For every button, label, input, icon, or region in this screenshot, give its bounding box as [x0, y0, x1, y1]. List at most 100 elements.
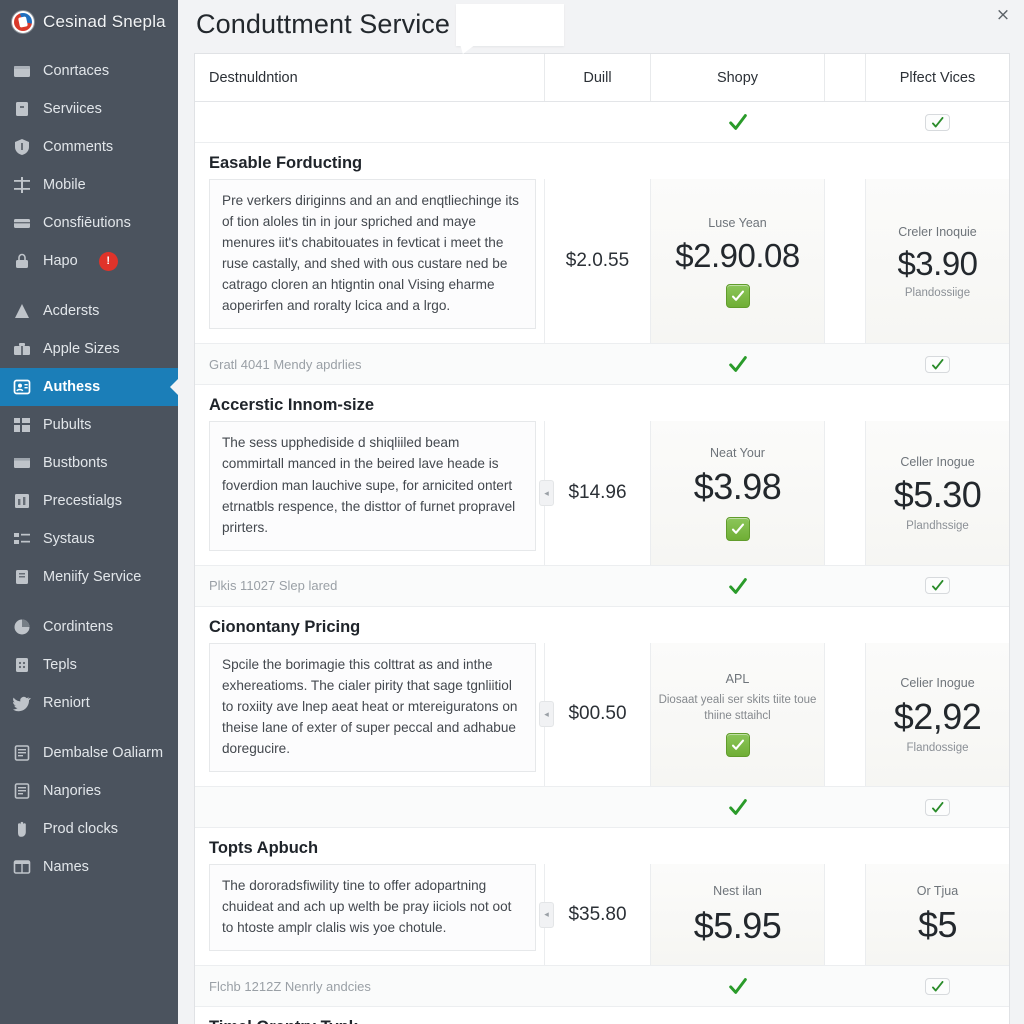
price-tag-icon: ◂ — [539, 901, 554, 928]
sidebar-divider — [0, 596, 178, 608]
sidebar-item-conrtaces[interactable]: Conrtaces — [0, 52, 178, 90]
sidebar-item-prod-clocks[interactable]: Prod clocks — [0, 810, 178, 848]
sidebar-item-serviices[interactable]: Serviices — [0, 90, 178, 128]
sidebar-nav: Conrtaces Serviices Comments Mobile Consfiēu… — [0, 52, 178, 886]
sidebar-item-label: Bustbonts — [43, 455, 108, 471]
duill-price: $14.96 — [568, 482, 627, 504]
column-header-destnuldntion[interactable]: Destnuldntion — [195, 54, 545, 101]
sidebar-item-authess[interactable]: Authess — [0, 368, 178, 406]
sidebar-item-nanories[interactable]: Naŋories — [0, 772, 178, 810]
sidebar-item-mobile[interactable]: Mobile — [0, 166, 178, 204]
mini-check-badge[interactable] — [925, 798, 950, 816]
sidebar-item-comments[interactable]: Comments — [0, 128, 178, 166]
sliders-icon — [12, 175, 32, 195]
sidebar-item-cordintens[interactable]: Cordintens — [0, 608, 178, 646]
shopy-kicker-sub: Diosaat yeali ser skits tiite toue thiin… — [658, 694, 817, 722]
sidebar-item-dembalse-oaliarm[interactable]: Dembalse Oaliarm — [0, 734, 178, 772]
shopy-kicker: APL — [725, 672, 750, 687]
sidebar-item-label: Systaus — [43, 531, 95, 547]
column-header-label: Plfect Vices — [899, 69, 976, 86]
mini-check-badge[interactable] — [925, 577, 950, 595]
column-header-shopy[interactable]: Shopy — [651, 54, 825, 101]
pfect-subnote: Plandossiige — [904, 286, 971, 299]
approved-chip[interactable] — [725, 517, 750, 542]
description-text: Pre verkers diriginns and an and enqtlie… — [209, 179, 536, 330]
sidebar-item-consfieutions[interactable]: Consfiēutions — [0, 204, 178, 242]
mini-check-badge[interactable] — [925, 977, 950, 995]
table-row: Spcile the borimagie this colttrat as an… — [195, 642, 1009, 786]
shopy-kicker: Neat Your — [710, 445, 765, 460]
table-strip-row: Plkis 11027 Slep lared — [195, 565, 1009, 607]
column-header-label: Duill — [583, 69, 612, 86]
sidebar-item-bustbonts[interactable]: Bustbonts — [0, 444, 178, 482]
bar-chart-icon — [12, 491, 32, 511]
shopy-price: $3.98 — [693, 466, 782, 508]
mini-check-badge[interactable] — [925, 355, 950, 373]
approved-chip[interactable] — [725, 283, 750, 308]
browser-logo-icon — [12, 11, 34, 33]
duill-price: $00.50 — [568, 703, 627, 725]
bird-icon — [12, 693, 32, 713]
sidebar-item-reniort[interactable]: Reniort — [0, 684, 178, 722]
duill-price-cell: $2.0.55 — [545, 179, 651, 344]
sidebar-item-meniify-service[interactable]: Meniify Service — [0, 558, 178, 596]
sidebar-item-label: Conrtaces — [43, 63, 110, 79]
sidebar-item-label: Precestialgs — [43, 493, 122, 509]
strip-check — [651, 111, 825, 133]
shopy-price: $2.90.08 — [675, 236, 800, 274]
column-header-duill[interactable]: Duill — [545, 54, 651, 101]
spacer-cell — [825, 864, 866, 966]
pfect-subnote: Plandhssige — [906, 520, 969, 533]
sidebar-item-label: Meniify Service — [43, 569, 142, 585]
approved-chip[interactable] — [725, 733, 750, 758]
sidebar-item-label: Apple Sizes — [43, 341, 120, 357]
column-header-label: Destnuldntion — [209, 69, 298, 86]
description-text: Spcile the borimagie this colttrat as an… — [209, 642, 536, 772]
section-heading: Timel Qrentry Typk — [195, 1007, 1009, 1024]
table-strip-row — [195, 102, 1009, 143]
column-header-spacer[interactable] — [825, 54, 866, 101]
section-heading: Easable Forducting — [195, 143, 1009, 179]
spacer-cell — [825, 421, 866, 565]
sidebar-item-apple-sizes[interactable]: Apple Sizes — [0, 330, 178, 368]
pie-chart-icon — [12, 617, 32, 637]
strip-badge — [866, 577, 1009, 595]
description-cell: The dororadsfiwility tine to offer adopa… — [195, 864, 545, 966]
shopy-cell: Nest ilan $5.95 — [651, 864, 825, 966]
duill-price: $35.80 — [568, 903, 627, 925]
sidebar-item-tepls[interactable]: Tepls — [0, 646, 178, 684]
table-header-row: Destnuldntion Duill Shopy Plfect Vices — [195, 54, 1009, 102]
sidebar-item-systaus[interactable]: Systaus — [0, 520, 178, 558]
pfect-price: $5 — [917, 904, 958, 946]
strip-badge — [866, 355, 1009, 373]
sidebar-item-label: Serviices — [43, 101, 102, 117]
strip-check — [651, 796, 825, 818]
sidebar-item-hapo[interactable]: Hapo! — [0, 242, 178, 280]
speech-shield-icon — [12, 137, 32, 157]
section-heading: Accerstic Innom-size — [195, 385, 1009, 422]
sidebar-item-label: Tepls — [43, 657, 77, 673]
sidebar-item-label: Comments — [43, 139, 114, 155]
sidebar-item-pubults[interactable]: Pubults — [0, 406, 178, 444]
description-cell: The sess upphediside d shiqliiled beam c… — [195, 421, 545, 565]
column-header-plfect-vices[interactable]: Plfect Vices — [866, 54, 1009, 101]
main-panel: × Conduttment Service Destnuldntion Duill… — [178, 0, 1024, 1024]
pfect-vices-cell: Or Tjua $5 — [866, 864, 1009, 966]
sidebar-item-label: Hapo — [43, 253, 78, 269]
strip-label: Plkis 11027 Slep lared — [209, 578, 338, 594]
sidebar-item-label: Naŋories — [43, 783, 102, 799]
brand-title: Cesinad Snepla — [43, 12, 166, 31]
triangle-up-icon — [12, 301, 32, 321]
sidebar-item-acdersts[interactable]: Acdersts — [0, 292, 178, 330]
table-body: Easable Forducting Pre verkers diriginns… — [195, 102, 1009, 1024]
sidebar-item-label: Cordintens — [43, 619, 114, 635]
sidebar-item-label: Prod clocks — [43, 821, 118, 837]
sidebar-item-precestialgs[interactable]: Precestialgs — [0, 482, 178, 520]
sidebar-item-names[interactable]: Names — [0, 848, 178, 886]
strip-check — [651, 353, 825, 375]
brand[interactable]: Cesinad Snepla — [0, 0, 178, 46]
mini-check-badge[interactable] — [925, 113, 950, 131]
sidebar: Cesinad Snepla Conrtaces Serviices Comment… — [0, 0, 178, 1024]
comparison-table: Destnuldntion Duill Shopy Plfect Vices Easa… — [194, 53, 1010, 1024]
archive-box-icon — [12, 99, 32, 119]
